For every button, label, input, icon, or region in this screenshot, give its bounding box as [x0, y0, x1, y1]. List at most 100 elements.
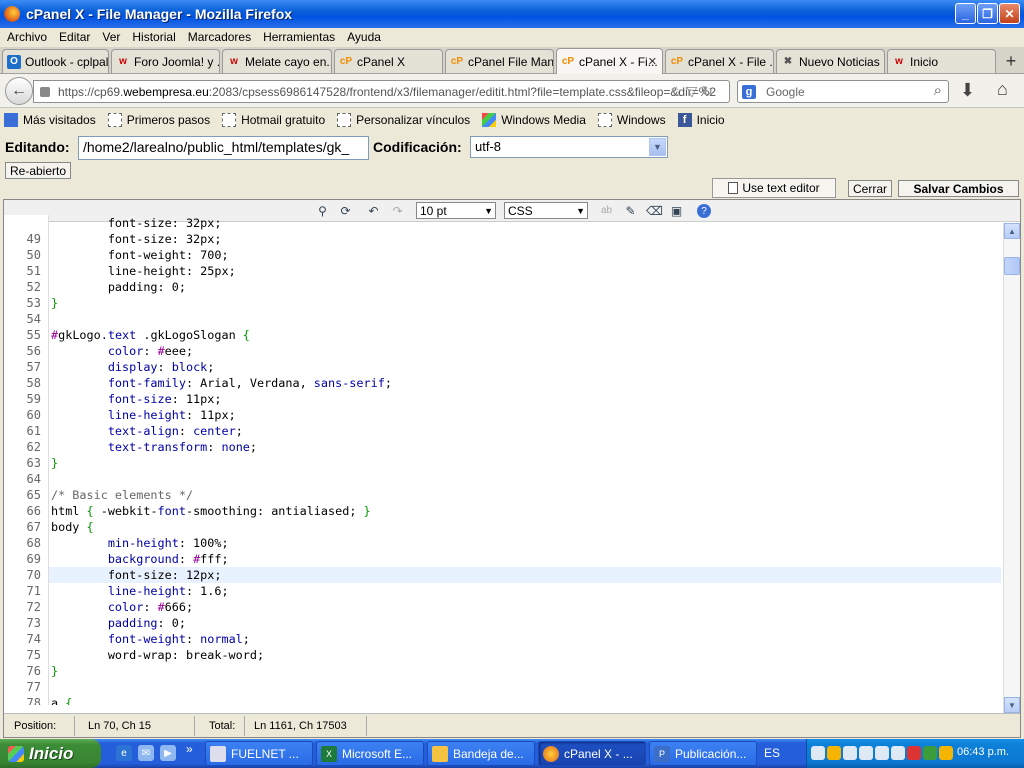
- reopen-button[interactable]: Re-abierto: [5, 162, 72, 179]
- code-token: : 32px;: [171, 232, 222, 246]
- code-token: color: [51, 344, 144, 358]
- save-changes-button[interactable]: Salvar Cambios: [898, 180, 1019, 197]
- download-icon[interactable]: ⬇: [960, 80, 975, 101]
- search-input[interactable]: g Google ⌕: [737, 80, 949, 103]
- line-number: 51: [26, 264, 41, 278]
- tray-icon[interactable]: [843, 746, 857, 760]
- tab-nuevo-noticias[interactable]: ✖ Nuevo Noticias ...: [776, 49, 885, 73]
- tray-icon[interactable]: [827, 746, 841, 760]
- tab-melate[interactable]: w Melate cayo en...: [222, 49, 332, 73]
- code-token: -smoothing: antialiased;: [185, 504, 364, 518]
- code-line: line-height: 1.6;: [49, 583, 1001, 599]
- new-tab-button[interactable]: +: [1000, 50, 1022, 72]
- file-path-input[interactable]: /home2/larealno/public_html/templates/gk…: [78, 136, 369, 160]
- bookmark-inicio[interactable]: f Inicio: [677, 113, 725, 127]
- taskbar-excel[interactable]: X Microsoft E...: [316, 741, 424, 766]
- app-icon: [210, 745, 226, 762]
- taskbar: Inicio e ✉ ▶ » FUELNET ... X Microsoft E.…: [0, 739, 1024, 768]
- facebook-icon: f: [677, 113, 692, 127]
- close-window-button[interactable]: ✕: [999, 3, 1020, 24]
- tab-close-icon[interactable]: ✕: [648, 55, 657, 68]
- ie-icon[interactable]: e: [116, 745, 132, 761]
- tab-cpanel-x-file[interactable]: cP cPanel X - File ...: [665, 49, 774, 73]
- bookmark-windows[interactable]: Windows: [597, 113, 666, 127]
- scroll-down-icon[interactable]: ▼: [1004, 697, 1020, 713]
- menu-herramientas[interactable]: Herramientas: [259, 30, 343, 44]
- tab-inicio[interactable]: w Inicio: [887, 49, 996, 73]
- tray-icon[interactable]: [875, 746, 889, 760]
- url-bar[interactable]: https://cp69. webempresa.eu:2083/cpsess69…: [33, 80, 730, 103]
- code-token: {: [65, 696, 73, 705]
- tray-icon[interactable]: [891, 746, 905, 760]
- search-icon[interactable]: ⌕: [934, 82, 942, 99]
- bookmark-mas-visitados[interactable]: Más visitados: [4, 113, 96, 127]
- code-token: :: [143, 344, 158, 358]
- close-button[interactable]: Cerrar: [848, 180, 893, 197]
- tab-foro-joomla[interactable]: w Foro Joomla! y ...: [111, 49, 220, 73]
- code-token: font: [157, 504, 186, 518]
- tab-label: Inicio: [910, 54, 939, 69]
- menu-archivo[interactable]: Archivo: [3, 30, 55, 44]
- bookmark-windows-media[interactable]: Windows Media: [482, 113, 586, 127]
- code-token: eee;: [164, 344, 194, 358]
- menu-editar[interactable]: Editar: [55, 30, 98, 44]
- media-player-icon[interactable]: ▶: [160, 745, 176, 761]
- minimize-button[interactable]: _: [955, 3, 976, 24]
- start-button[interactable]: Inicio: [0, 739, 101, 768]
- taskbar-firefox[interactable]: cPanel X - ...: [538, 741, 646, 766]
- code-token: -webkit-: [93, 504, 158, 518]
- tab-outlook[interactable]: O Outlook - cplpal...: [2, 49, 109, 73]
- menu-marcadores[interactable]: Marcadores: [184, 30, 259, 44]
- code-line: }: [49, 663, 1001, 679]
- code-token: ;: [207, 360, 215, 374]
- home-icon[interactable]: ⌂: [997, 79, 1008, 100]
- tab-cpanel-x[interactable]: cP cPanel X: [334, 49, 443, 73]
- code-token: : 100%;: [178, 536, 229, 550]
- position-value: Ln 70, Ch 15: [88, 720, 151, 732]
- divider: [244, 716, 245, 736]
- tab-cpanel-x-file-active[interactable]: cP cPanel X - Fi... ✕: [556, 48, 663, 74]
- menu-ver[interactable]: Ver: [98, 30, 128, 44]
- start-label: Inicio: [29, 743, 74, 763]
- bookmark-hotmail[interactable]: Hotmail gratuito: [222, 113, 325, 127]
- quick-launch-more[interactable]: »: [186, 742, 193, 756]
- line-number: 49: [26, 232, 41, 246]
- vertical-scrollbar[interactable]: ▲ ▼: [1003, 223, 1020, 713]
- menu-historial[interactable]: Historial: [128, 30, 183, 44]
- taskbar-fuelnet[interactable]: FUELNET ...: [205, 741, 313, 766]
- encoding-select[interactable]: utf-8 ▼: [470, 136, 668, 158]
- url-actions[interactable]: ☆ ▽ ↻: [670, 83, 713, 100]
- code-token: ;: [242, 632, 250, 646]
- code-token: : 1.6;: [185, 584, 229, 598]
- language-indicator[interactable]: ES: [764, 746, 780, 760]
- scrollbar-thumb[interactable]: [1004, 257, 1020, 275]
- restore-button[interactable]: ❐: [977, 3, 998, 24]
- scroll-up-icon[interactable]: ▲: [1004, 223, 1020, 239]
- page-icon: [597, 113, 612, 127]
- code-line: word-wrap: break-word;: [49, 647, 1001, 663]
- joomla-icon: ✖: [783, 56, 793, 67]
- tray-icon[interactable]: [859, 746, 873, 760]
- tray-icon[interactable]: [939, 746, 953, 760]
- code-line: color: #eee;: [49, 343, 1001, 359]
- tray-icon[interactable]: [923, 746, 937, 760]
- back-button[interactable]: ←: [5, 77, 33, 105]
- code-area[interactable]: font-size: 32px; font-size: 32px; font-w…: [49, 215, 1001, 705]
- code-token: ;: [384, 376, 392, 390]
- bookmark-personalizar[interactable]: Personalizar vínculos: [337, 113, 470, 127]
- tab-cpanel-file-manager[interactable]: cP cPanel File Man...: [445, 49, 554, 73]
- taskbar-publicacion[interactable]: P Publicación...: [649, 741, 757, 766]
- use-text-editor-button[interactable]: Use text editor: [712, 178, 836, 198]
- menu-ayuda[interactable]: Ayuda: [343, 30, 389, 44]
- code-token: background: [51, 552, 179, 566]
- code-line: background: #fff;: [49, 551, 1001, 567]
- bookmark-primeros-pasos[interactable]: Primeros pasos: [107, 113, 210, 127]
- taskbar-label: Microsoft E...: [342, 746, 413, 761]
- outlook-express-icon[interactable]: ✉: [138, 745, 154, 761]
- taskbar-bandeja[interactable]: Bandeja de...: [427, 741, 535, 766]
- bookmarks-toolbar: Más visitados Primeros pasos Hotmail gra…: [0, 109, 1024, 131]
- tray-icon[interactable]: [907, 746, 921, 760]
- line-number: 78: [26, 696, 41, 705]
- tray-icon[interactable]: [811, 746, 825, 760]
- code-token: center: [193, 424, 236, 438]
